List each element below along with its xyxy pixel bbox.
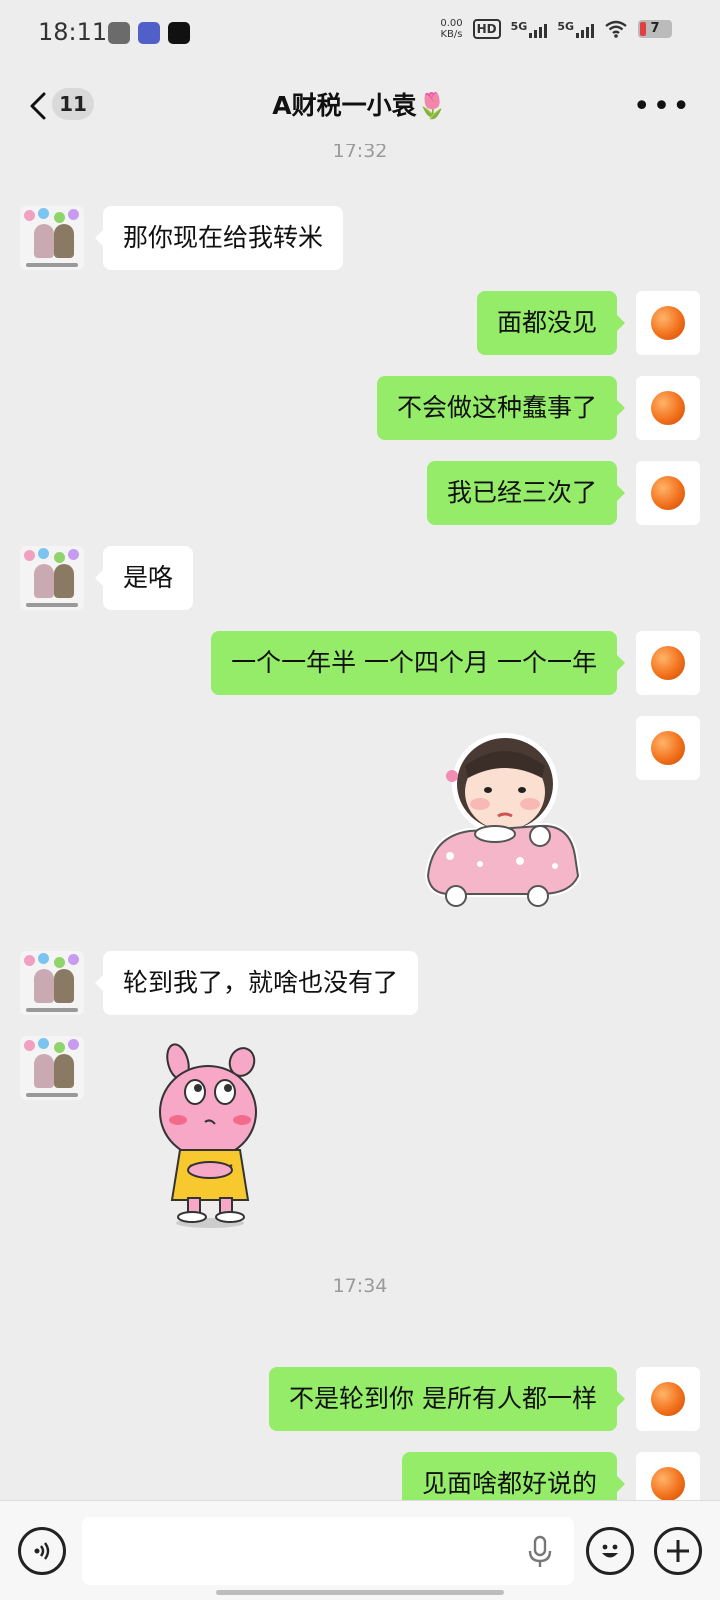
contact-avatar[interactable] (20, 546, 84, 610)
chat-title: A财税一小袁🌷 (0, 86, 720, 122)
home-indicator[interactable] (216, 1590, 504, 1595)
chat-message-list[interactable]: 17:32 那你现在给我转米 面都没见 不会做这种蠢事了 我已经三次了 是咯 一… (0, 144, 720, 1500)
mic-icon[interactable] (524, 1535, 556, 1569)
message-bubble-sent[interactable]: 不会做这种蠢事了 (376, 376, 626, 440)
message-bubble-sent[interactable]: 见面啥都好说的 (401, 1452, 626, 1500)
timestamp: 17:32 (332, 144, 388, 162)
my-avatar[interactable] (636, 716, 700, 780)
orange-avatar-icon (651, 1382, 685, 1416)
baby-in-pink-car-sticker[interactable] (420, 726, 590, 910)
status-time: 18:11 (38, 18, 108, 46)
my-avatar[interactable] (636, 376, 700, 440)
smiley-face-icon (602, 1544, 618, 1558)
contact-avatar[interactable] (20, 206, 84, 270)
contact-avatar[interactable] (20, 1036, 84, 1100)
message-bubble-received[interactable]: 轮到我了，就啥也没有了 (94, 951, 419, 1015)
tulip-emoji: 🌷 (416, 91, 448, 120)
network-speed-unit: KB/s (440, 29, 463, 40)
battery-icon: 7 (638, 20, 672, 38)
message-text-field[interactable] (82, 1517, 574, 1585)
network-speed: 0.00 KB/s (440, 18, 462, 40)
vivo-app-icon (108, 22, 130, 44)
pink-bunny-sticker[interactable] (150, 1040, 270, 1230)
plus-icon[interactable] (654, 1527, 702, 1575)
contact-name: A财税一小袁 (272, 91, 417, 120)
message-input-bar (0, 1500, 720, 1600)
browser-app-icon (138, 22, 160, 44)
orange-avatar-icon (651, 476, 685, 510)
sim2-label: 5G (557, 20, 574, 33)
tiktok-app-icon (168, 22, 190, 44)
more-options-icon[interactable]: ••• (633, 92, 692, 122)
sim1-label: 5G (510, 20, 528, 33)
timestamp: 17:34 (332, 1275, 388, 1297)
message-bubble-sent[interactable]: 一个一年半 一个四个月 一个一年 (211, 631, 625, 695)
my-avatar[interactable] (636, 461, 700, 525)
chat-header: 11 A财税一小袁🌷 ••• (0, 64, 720, 144)
message-bubble-sent[interactable]: 我已经三次了 (426, 461, 626, 525)
message-bubble-received[interactable]: 那你现在给我转米 (94, 206, 344, 270)
message-bubble-received[interactable]: 是咯 (94, 546, 194, 610)
status-bar: 18:11 0.00 KB/s HD 5G 5G 7 (0, 0, 720, 64)
contact-avatar[interactable] (20, 951, 84, 1015)
my-avatar[interactable] (636, 1367, 700, 1431)
orange-avatar-icon (651, 731, 685, 765)
plus-cross-icon (667, 1540, 689, 1562)
message-bubble-sent[interactable]: 面都没见 (476, 291, 626, 355)
orange-avatar-icon (651, 391, 685, 425)
my-avatar[interactable] (636, 291, 700, 355)
status-indicators: 0.00 KB/s HD 5G 5G 7 (440, 18, 672, 40)
battery-level: 7 (650, 21, 660, 36)
hd-voice-icon: HD (472, 19, 501, 39)
sim1-signal-icon: 5G (511, 20, 548, 38)
my-avatar[interactable] (636, 631, 700, 695)
orange-avatar-icon (651, 306, 685, 340)
my-avatar[interactable] (636, 1452, 700, 1500)
orange-avatar-icon (651, 1467, 685, 1500)
voice-waves-icon (34, 1542, 50, 1560)
wifi-icon (605, 20, 627, 38)
orange-avatar-icon (651, 646, 685, 680)
voice-icon[interactable] (18, 1527, 66, 1575)
sim2-signal-icon: 5G (557, 20, 594, 38)
emoji-icon[interactable] (586, 1527, 634, 1575)
network-speed-value: 0.00 (440, 18, 463, 29)
message-bubble-sent[interactable]: 不是轮到你 是所有人都一样 (269, 1367, 625, 1431)
